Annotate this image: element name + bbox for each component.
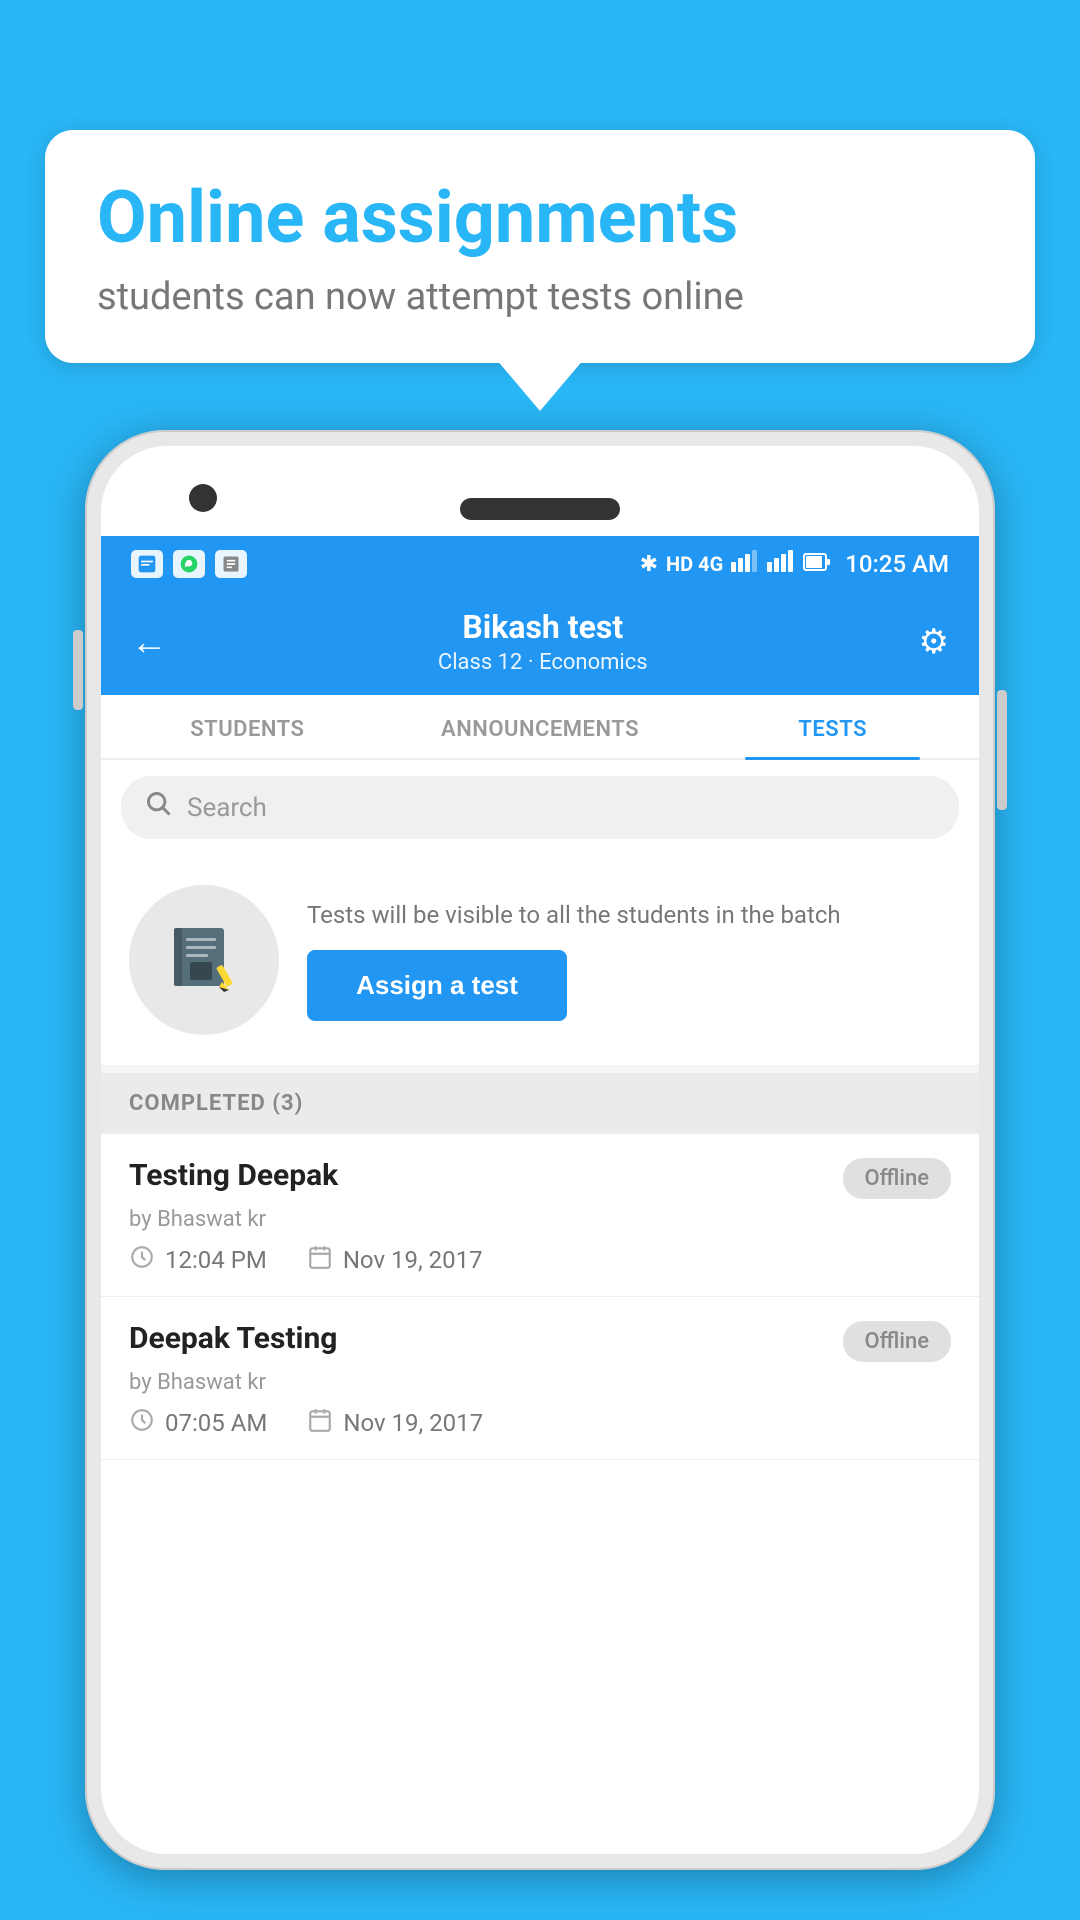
completed-section-header: COMPLETED (3) xyxy=(101,1073,979,1134)
date-value-1: Nov 19, 2017 xyxy=(343,1246,483,1274)
class-subtitle: Class 12 · Economics xyxy=(167,650,919,675)
test-meta-1: 12:04 PM xyxy=(129,1244,951,1276)
power-button-right xyxy=(997,690,1007,810)
phone-screen: ✱ HD 4G xyxy=(101,446,979,1854)
tab-tests[interactable]: TESTS xyxy=(686,695,979,758)
test-by-2: by Bhaswat kr xyxy=(129,1370,951,1395)
meta-date-1: Nov 19, 2017 xyxy=(307,1244,483,1276)
calendar-icon xyxy=(307,1244,333,1276)
search-container: Search xyxy=(101,760,979,855)
time-value-1: 12:04 PM xyxy=(165,1246,267,1274)
test-item-2: Deepak Testing Offline by Bhaswat kr xyxy=(101,1297,979,1460)
content-area: Search xyxy=(101,760,979,1854)
test-list: Testing Deepak Offline by Bhaswat kr xyxy=(101,1134,979,1854)
notebook-icon-circle xyxy=(129,885,279,1035)
test-name-1: Testing Deepak xyxy=(129,1158,338,1193)
date-value-2: Nov 19, 2017 xyxy=(343,1409,483,1437)
meta-time-2: 07:05 AM xyxy=(129,1407,267,1439)
test-item-header-1: Testing Deepak Offline xyxy=(129,1158,951,1199)
assign-section: Tests will be visible to all the student… xyxy=(101,855,979,1065)
phone-outer-shell: ✱ HD 4G xyxy=(85,430,995,1870)
tabs-bar: STUDENTS ANNOUNCEMENTS TESTS xyxy=(101,695,979,760)
speaker-pill xyxy=(460,498,620,520)
settings-icon[interactable]: ⚙ xyxy=(919,622,949,662)
assign-description: Tests will be visible to all the student… xyxy=(307,899,951,933)
app-header: ← Bikash test Class 12 · Economics ⚙ xyxy=(101,592,979,695)
search-icon xyxy=(145,790,173,825)
offline-badge-1: Offline xyxy=(843,1158,951,1199)
completed-label: COMPLETED (3) xyxy=(129,1091,303,1116)
calendar-icon-2 xyxy=(307,1407,333,1439)
tab-announcements[interactable]: ANNOUNCEMENTS xyxy=(394,695,687,758)
tab-students[interactable]: STUDENTS xyxy=(101,695,394,758)
clock-icon xyxy=(129,1244,155,1276)
bubble-subtitle: students can now attempt tests online xyxy=(97,275,983,319)
search-bar[interactable]: Search xyxy=(121,776,959,839)
meta-date-2: Nov 19, 2017 xyxy=(307,1407,483,1439)
camera-dot xyxy=(189,484,217,512)
test-by-1: by Bhaswat kr xyxy=(129,1207,951,1232)
back-button[interactable]: ← xyxy=(131,621,167,663)
test-item: Testing Deepak Offline by Bhaswat kr xyxy=(101,1134,979,1297)
test-item-header-2: Deepak Testing Offline xyxy=(129,1321,951,1362)
phone-top-bar xyxy=(101,446,979,556)
phone-mockup: ✱ HD 4G xyxy=(85,430,995,1920)
assign-test-button[interactable]: Assign a test xyxy=(307,950,567,1021)
search-placeholder: Search xyxy=(187,793,267,823)
speech-bubble: Online assignments students can now atte… xyxy=(45,130,1035,363)
meta-time-1: 12:04 PM xyxy=(129,1244,267,1276)
bubble-title: Online assignments xyxy=(97,178,983,257)
header-title-group: Bikash test Class 12 · Economics xyxy=(167,608,919,675)
time-value-2: 07:05 AM xyxy=(165,1409,267,1437)
offline-badge-2: Offline xyxy=(843,1321,951,1362)
volume-button-left xyxy=(73,630,83,710)
clock-icon-2 xyxy=(129,1407,155,1439)
class-name: Bikash test xyxy=(167,608,919,646)
assign-right: Tests will be visible to all the student… xyxy=(307,899,951,1022)
test-name-2: Deepak Testing xyxy=(129,1321,337,1356)
test-meta-2: 07:05 AM xyxy=(129,1407,951,1439)
